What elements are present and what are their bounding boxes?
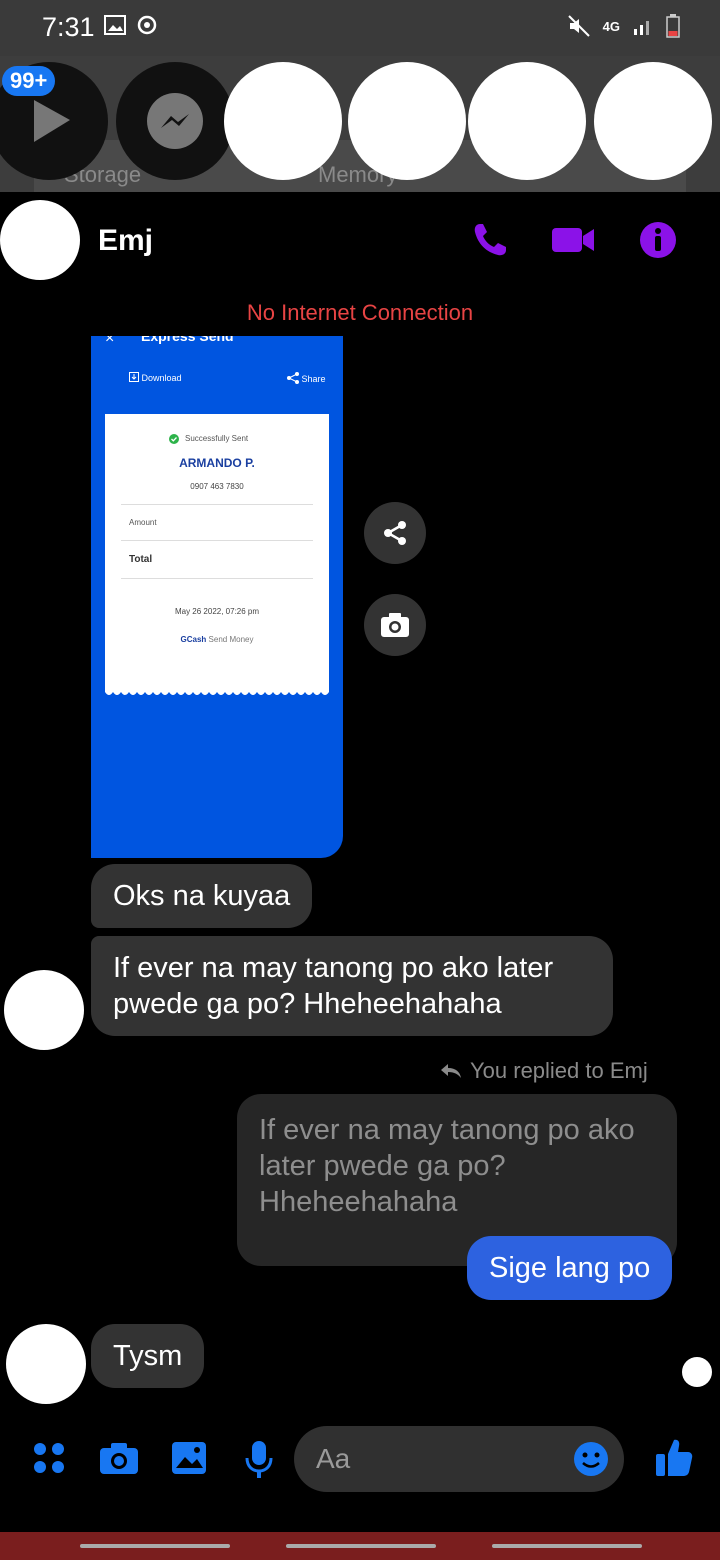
no-internet-banner: No Internet Connection <box>246 300 474 325</box>
share-icon <box>287 372 299 384</box>
camera-icon[interactable] <box>98 1440 140 1476</box>
download-icon <box>129 372 139 382</box>
unread-count-badge: 99+ <box>2 66 56 96</box>
messenger-icon <box>147 93 203 149</box>
battery-icon <box>666 14 680 38</box>
divider <box>121 504 313 505</box>
gcash-logo-text: GCash <box>180 635 207 644</box>
signal-icon <box>634 21 649 35</box>
composer-bar: Aa <box>0 1420 720 1502</box>
status-time: 7:31 <box>42 12 95 42</box>
message-input[interactable]: Aa <box>294 1426 624 1492</box>
video-call-icon[interactable] <box>550 220 596 260</box>
incoming-message[interactable]: Tysm <box>91 1324 205 1388</box>
contact-name[interactable]: Emj <box>98 224 153 258</box>
microphone-icon[interactable] <box>244 1440 274 1480</box>
nav-recents-area[interactable] <box>492 1544 642 1548</box>
message-input-placeholder: Aa <box>316 1443 351 1474</box>
camera-icon <box>381 613 409 637</box>
sync-icon <box>137 15 157 35</box>
chathead-messenger[interactable] <box>116 62 234 180</box>
nav-home-area[interactable] <box>286 1544 436 1548</box>
status-left-icons <box>104 14 158 36</box>
chathead-contact-3[interactable] <box>468 62 586 180</box>
status-right-icons: 4G <box>567 14 680 38</box>
receipt-share-label: Share <box>301 374 326 384</box>
nav-back-area[interactable] <box>80 1544 230 1548</box>
receipt-brand: GCash Send Money <box>105 635 329 644</box>
chathead-contact-1[interactable] <box>224 62 342 180</box>
phone-icon[interactable] <box>470 220 510 260</box>
receipt-title: Express Send <box>141 336 234 344</box>
info-icon[interactable] <box>638 220 678 260</box>
receipt-recipient: ARMANDO P. <box>179 456 255 470</box>
receipt-torn-edge <box>105 688 329 695</box>
contact-avatar[interactable] <box>0 200 80 280</box>
emoji-icon[interactable] <box>572 1440 610 1478</box>
mute-icon <box>567 15 590 37</box>
share-button[interactable] <box>364 502 426 564</box>
apps-icon[interactable] <box>32 1440 68 1476</box>
receipt-number: 0907 463 7830 <box>190 482 244 491</box>
outgoing-message[interactable]: Sige lang po <box>467 1236 673 1300</box>
sender-avatar[interactable] <box>6 1324 86 1404</box>
divider <box>121 578 313 579</box>
gallery-icon <box>104 15 126 35</box>
network-type-label: 4G <box>602 18 620 34</box>
chathead-contact-2[interactable] <box>348 62 466 180</box>
reply-label-text: You replied to Emj <box>470 1058 648 1083</box>
reply-arrow-icon <box>441 1064 461 1078</box>
seen-avatar <box>682 1357 712 1387</box>
receipt-total-label: Total <box>129 554 153 565</box>
receipt-share: Share <box>287 372 326 384</box>
navigation-bar <box>0 1532 720 1560</box>
receipt-date: May 26 2022, 07:26 pm <box>174 607 260 616</box>
receipt-image-message[interactable]: × Express Send Download Share Successful… <box>91 336 343 858</box>
incoming-message[interactable]: If ever na may tanong po ako later pwede… <box>91 936 613 1036</box>
gallery-icon[interactable] <box>170 1440 208 1476</box>
incoming-message[interactable]: Oks na kuyaa <box>91 864 313 928</box>
receipt-brand-suffix: Send Money <box>208 635 254 644</box>
check-circle-icon <box>169 434 179 444</box>
quoted-message-text: If ever na may tanong po ako later pwede… <box>259 1114 635 1218</box>
divider <box>121 540 313 541</box>
reply-label: You replied to Emj <box>440 1058 648 1084</box>
status-bar: 7:31 4G <box>0 0 720 56</box>
receipt-status: Successfully Sent <box>185 434 249 443</box>
chathead-contact-4[interactable] <box>594 62 712 180</box>
receipt-amount-label: Amount <box>129 518 157 527</box>
receipt-download-label: Download <box>141 373 182 383</box>
sender-avatar[interactable] <box>4 970 84 1050</box>
share-icon <box>384 521 406 545</box>
receipt-download: Download <box>129 372 182 383</box>
receipt-close-icon: × <box>105 336 115 347</box>
camera-reply-button[interactable] <box>364 594 426 656</box>
like-icon[interactable] <box>654 1436 694 1478</box>
receipt-card: Successfully Sent ARMANDO P. 0907 463 78… <box>105 414 329 695</box>
